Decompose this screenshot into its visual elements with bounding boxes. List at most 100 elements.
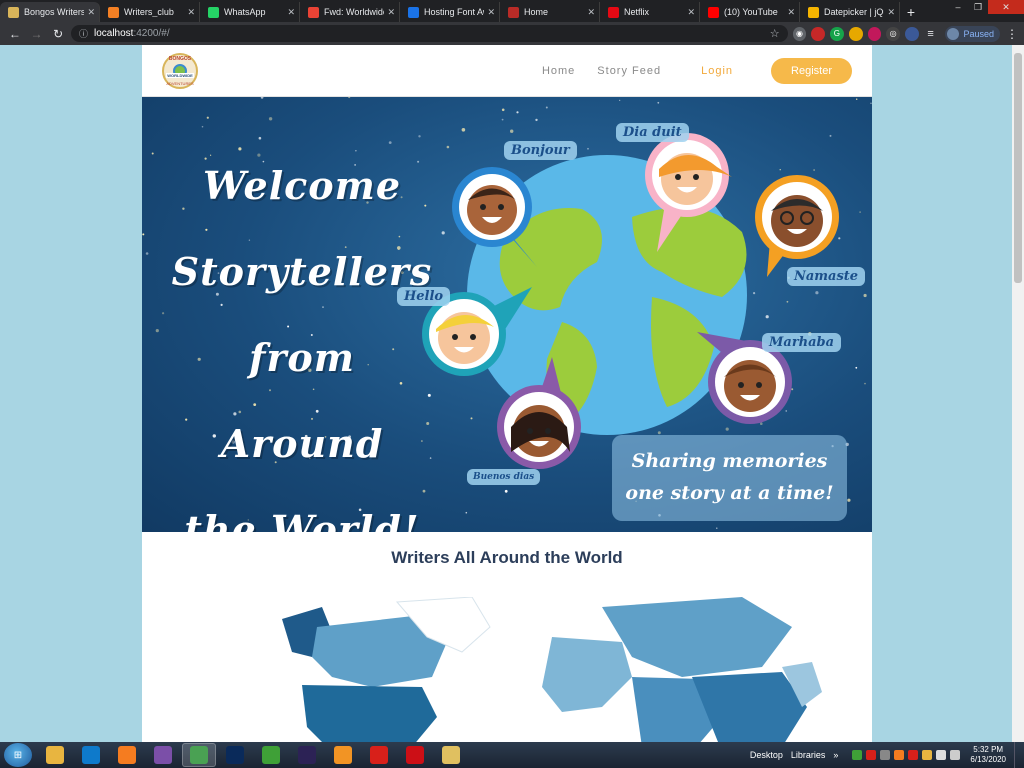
forward-arrow-icon[interactable]: → xyxy=(28,25,46,43)
tab-close-icon[interactable]: ✕ xyxy=(187,7,195,18)
star xyxy=(760,422,763,426)
nav-links: Home Story Feed Login Register xyxy=(520,57,852,84)
bookmark-star-icon[interactable]: ☆ xyxy=(770,27,780,40)
tab-close-icon[interactable]: ✕ xyxy=(487,7,495,18)
tab-close-icon[interactable]: ✕ xyxy=(787,7,795,18)
tray-xampp-icon[interactable] xyxy=(894,750,905,760)
star xyxy=(206,116,209,119)
browser-tab[interactable]: Netflix ✕ xyxy=(600,2,700,22)
tray-flag-icon[interactable] xyxy=(936,750,947,760)
map-usa xyxy=(302,685,437,742)
buenos-dias-kid-face xyxy=(497,385,581,469)
star xyxy=(657,101,660,104)
taskbar-xampp-app[interactable] xyxy=(110,743,144,767)
eclipse-app-icon xyxy=(298,746,316,764)
browser-tab[interactable]: (10) YouTube ✕ xyxy=(700,2,800,22)
site-info-icon[interactable]: ⓘ xyxy=(79,27,88,40)
browser-tab[interactable]: Datepicker | jQue✕ xyxy=(800,2,900,22)
purple-app-icon xyxy=(154,746,172,764)
browser-tab[interactable]: Writers_club ✕ xyxy=(100,2,200,22)
toolbar-overflow-icon[interactable]: » xyxy=(833,750,838,760)
new-tab-button[interactable]: + xyxy=(900,2,922,22)
yellow-extension-icon[interactable] xyxy=(848,26,863,41)
grammarly-extension-icon[interactable]: G xyxy=(830,26,844,41)
star xyxy=(786,300,789,303)
map-europe xyxy=(542,637,632,712)
taskbar-folder-app[interactable] xyxy=(434,743,468,767)
scrollbar-thumb[interactable] xyxy=(1014,53,1022,283)
pink-extension-icon[interactable] xyxy=(867,26,882,41)
chrome-app-icon xyxy=(190,746,208,764)
dia-duit-kid-face xyxy=(645,133,732,217)
show-desktop-button[interactable] xyxy=(1014,742,1024,768)
taskbar-eclipse-app[interactable] xyxy=(290,743,324,767)
bonjour-kid-face xyxy=(452,167,532,247)
tray-gray-icon[interactable] xyxy=(880,750,891,760)
windows-start-icon[interactable]: ⊞ xyxy=(4,743,32,767)
browser-tab[interactable]: Bongos Writers C✕ xyxy=(0,2,100,22)
browser-tab[interactable]: Hosting Font Aw ✕ xyxy=(400,2,500,22)
explorer-app-icon xyxy=(46,746,64,764)
browser-tab[interactable]: Home ✕ xyxy=(500,2,600,22)
tray-network-icon[interactable] xyxy=(922,750,933,760)
playlist-extension-icon[interactable]: ≡ xyxy=(924,27,938,41)
tab-close-icon[interactable]: ✕ xyxy=(87,7,95,18)
taskbar-vscode-app[interactable] xyxy=(74,743,108,767)
taskbar-mongodb-app[interactable] xyxy=(254,743,288,767)
tab-close-icon[interactable]: ✕ xyxy=(687,7,695,18)
star xyxy=(465,511,468,514)
browser-tab[interactable]: Fwd: Worldwide ✕ xyxy=(300,2,400,22)
tray-green-icon[interactable] xyxy=(852,750,863,760)
tab-close-icon[interactable]: ✕ xyxy=(387,7,395,18)
taskbar-clock[interactable]: 5:32 PM 6/13/2020 xyxy=(970,745,1006,765)
vscode-app-icon xyxy=(82,746,100,764)
windows-taskbar: ⊞ Desktop Libraries » 5:32 PM 6/13/2020 xyxy=(0,742,1024,768)
tab-close-icon[interactable]: ✕ xyxy=(587,7,595,18)
bongos-logo[interactable]: BONGOS WORLDWIDE ADVENTURES xyxy=(162,52,198,89)
restore-icon[interactable]: ❐ xyxy=(968,0,988,14)
register-button[interactable]: Register xyxy=(771,57,852,84)
taskbar-opera-app[interactable] xyxy=(398,743,432,767)
tab-close-icon[interactable]: ✕ xyxy=(287,7,295,18)
world-writers-map[interactable] xyxy=(222,597,862,742)
eye-extension-icon[interactable]: ◎ xyxy=(886,26,900,41)
back-arrow-icon[interactable]: ← xyxy=(6,25,24,43)
nav-story-feed-link[interactable]: Story Feed xyxy=(597,65,661,77)
taskbar-sublime-app[interactable] xyxy=(326,743,360,767)
taskbar-acrobat-app[interactable] xyxy=(362,743,396,767)
tab-title: Home xyxy=(524,7,549,17)
profile-button[interactable]: Paused xyxy=(945,25,1000,42)
tray-red-icon[interactable] xyxy=(866,750,877,760)
tab-close-icon[interactable]: ✕ xyxy=(887,7,895,18)
minimize-icon[interactable]: – xyxy=(948,0,968,14)
greeting-hello: Hello xyxy=(397,287,451,306)
reload-icon[interactable]: ↻ xyxy=(49,25,67,43)
tab-title: Writers_club xyxy=(124,7,174,17)
address-bar[interactable]: ⓘ localhost:4200/#/ ☆ xyxy=(70,25,788,42)
page-scrollbar[interactable] xyxy=(1012,45,1024,742)
taskbar-chrome-app[interactable] xyxy=(182,743,216,767)
taskbar-purple-app[interactable] xyxy=(146,743,180,767)
star xyxy=(446,145,450,149)
star xyxy=(501,118,504,121)
tagline-line-1: Sharing memories xyxy=(631,450,828,472)
red-extension-icon[interactable] xyxy=(811,26,826,41)
desktop-toolbar[interactable]: Desktop xyxy=(750,750,783,760)
photoshop-app-icon xyxy=(226,746,244,764)
taskbar-explorer-app[interactable] xyxy=(38,743,72,767)
blue-extension-icon[interactable] xyxy=(904,26,919,41)
tray-volume-icon[interactable] xyxy=(950,750,961,760)
taskbar-photoshop-app[interactable] xyxy=(218,743,252,767)
tab-title: Netflix xyxy=(624,7,650,17)
star xyxy=(859,211,861,213)
login-link[interactable]: Login xyxy=(701,65,733,77)
tray-mail-icon[interactable] xyxy=(908,750,919,760)
libraries-toolbar[interactable]: Libraries xyxy=(791,750,826,760)
nav-home-link[interactable]: Home xyxy=(542,65,575,77)
camera-extension-icon[interactable]: ◉ xyxy=(792,26,807,41)
browser-menu-icon[interactable]: ⋮ xyxy=(1006,27,1018,41)
close-window-icon[interactable]: ✕ xyxy=(988,0,1024,14)
greeting-dia-duit: Dia duit xyxy=(616,123,689,142)
browser-tab[interactable]: WhatsApp ✕ xyxy=(200,2,300,22)
star xyxy=(470,417,473,420)
